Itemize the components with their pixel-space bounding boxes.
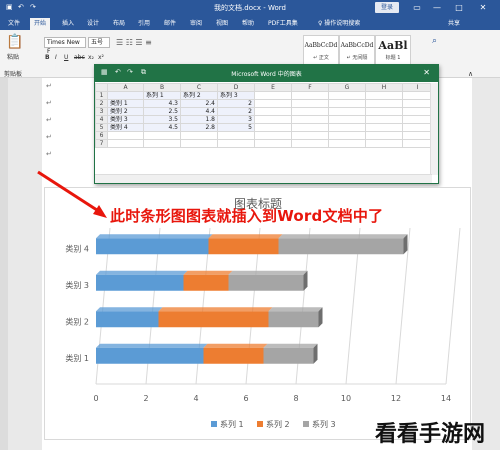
annotation-arrow <box>37 170 107 218</box>
